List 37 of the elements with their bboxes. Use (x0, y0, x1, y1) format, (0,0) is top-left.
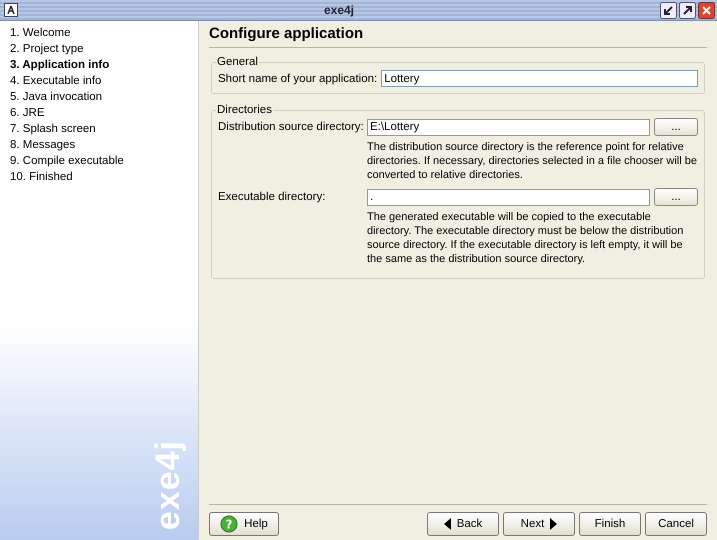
finish-button[interactable]: Finish (579, 512, 641, 536)
app-icon (4, 3, 18, 17)
field-label: Distribution source directory: (218, 121, 363, 133)
minimize-icon[interactable] (660, 2, 677, 18)
step-item[interactable]: 2. Project type (10, 41, 198, 57)
help-text: The generated executable will be copied to the executable directory. The executable directory must be below the distribution source directory. If the executable directory is left empty, it will be the same as the distribution source directory. (367, 210, 684, 266)
step-item[interactable]: 8. Messages (10, 137, 198, 153)
next-button[interactable]: Next (503, 512, 575, 536)
left-arrow-icon (444, 518, 451, 530)
step-item[interactable]: 3. Application info (10, 57, 198, 73)
help-icon: ? (220, 515, 238, 533)
input-field[interactable]: . (367, 188, 650, 206)
browse-button[interactable]: ... (654, 118, 698, 136)
step-item[interactable]: 10. Finished (10, 169, 198, 185)
step-item[interactable]: 4. Executable info (10, 73, 198, 89)
page-title: Configure application (209, 25, 707, 48)
browse-button[interactable]: ... (654, 188, 698, 206)
group-title: Directories (216, 104, 273, 116)
cancel-button[interactable]: Cancel (645, 512, 707, 536)
help-button[interactable]: ? Help (209, 512, 279, 536)
step-item[interactable]: 1. Welcome (10, 25, 198, 41)
back-button[interactable]: Back (427, 512, 499, 536)
step-item[interactable]: 5. Java invocation (10, 89, 198, 105)
input-field[interactable]: E:\Lottery (367, 118, 650, 136)
input-field[interactable]: Lottery (381, 70, 698, 87)
logo: exe4j (149, 440, 188, 530)
maximize-icon[interactable] (679, 2, 696, 18)
step-item[interactable]: 7. Splash screen (10, 121, 198, 137)
help-text: The distribution source directory is the reference point for relative directories. If necessary, directories selected in a file chooser will be converted to relative directories. (367, 140, 698, 182)
window-title: exe4j (322, 3, 356, 17)
close-icon[interactable] (698, 2, 715, 18)
step-item[interactable]: 6. JRE (10, 105, 198, 121)
field-label: Executable directory: (218, 191, 326, 203)
field-label: Short name of your application: (218, 72, 378, 84)
step-item[interactable]: 9. Compile executable (10, 153, 198, 169)
group-title: General (216, 56, 259, 68)
right-arrow-icon (550, 518, 558, 530)
